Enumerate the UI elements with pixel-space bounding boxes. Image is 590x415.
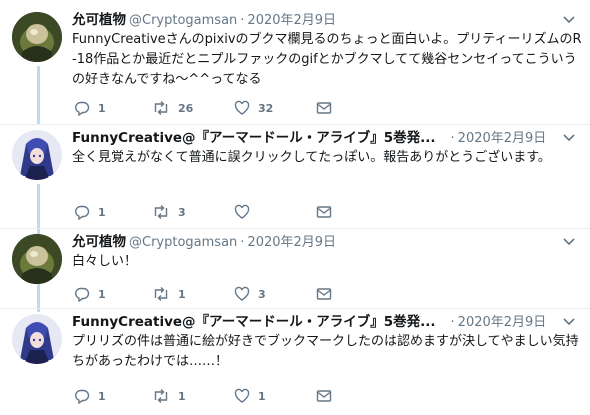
display-name[interactable]: 允可植物 bbox=[72, 12, 126, 28]
retweet-icon bbox=[152, 388, 170, 404]
retweet-count: 3 bbox=[178, 205, 186, 219]
reply-count: 1 bbox=[98, 205, 106, 219]
user-handle[interactable]: @Cryptogamsan bbox=[129, 235, 237, 250]
tweet-actions: 1 26 32 bbox=[72, 98, 342, 118]
tweet-actions: 1 3 bbox=[72, 202, 342, 222]
tweet-date[interactable]: 2020年2月9日 bbox=[458, 315, 547, 330]
retweet-icon bbox=[152, 286, 170, 302]
chevron-down-icon[interactable] bbox=[561, 312, 577, 332]
like-button[interactable]: 3 bbox=[234, 284, 266, 304]
avatar[interactable] bbox=[12, 12, 62, 62]
message-button[interactable] bbox=[316, 386, 332, 406]
display-name[interactable]: FunnyCreative@『アーマードール・アライブ』5巻発... bbox=[72, 314, 436, 330]
retweet-button[interactable]: 1 bbox=[152, 386, 186, 406]
separator-dot: · bbox=[450, 315, 455, 330]
reply-icon bbox=[74, 204, 90, 220]
message-button[interactable] bbox=[316, 98, 332, 118]
chevron-down-icon[interactable] bbox=[561, 128, 577, 148]
tweet-text: プリリズの件は普通に絵が好きでブックマークしたのは認めますが決してやましい気持ち… bbox=[72, 334, 579, 369]
like-button[interactable]: 1 bbox=[234, 386, 266, 406]
avatar[interactable] bbox=[12, 314, 62, 364]
tweet-text: 白々しい！ bbox=[72, 254, 138, 269]
retweet-icon bbox=[152, 204, 170, 220]
reply-count: 1 bbox=[98, 389, 106, 403]
chevron-down-icon[interactable] bbox=[561, 10, 577, 30]
retweet-button[interactable]: 1 bbox=[152, 284, 186, 304]
reply-button[interactable]: 1 bbox=[74, 386, 106, 406]
reply-button[interactable]: 1 bbox=[74, 98, 106, 118]
message-button[interactable] bbox=[316, 202, 332, 222]
like-count: 3 bbox=[258, 287, 266, 301]
tweet[interactable]: FunnyCreative@『アーマードール・アライブ』5巻発... · 2020年… bbox=[0, 118, 590, 230]
like-button[interactable] bbox=[234, 202, 258, 222]
retweet-count: 1 bbox=[178, 389, 186, 403]
reply-button[interactable]: 1 bbox=[74, 284, 106, 304]
reply-count: 1 bbox=[98, 101, 106, 115]
envelope-icon bbox=[316, 388, 332, 404]
heart-icon bbox=[234, 100, 250, 116]
heart-icon bbox=[234, 286, 250, 302]
tweet[interactable]: 允可植物 @Cryptogamsan · 2020年2月9日 白々しい！ 1 1 3 bbox=[0, 222, 590, 302]
user-handle[interactable]: @Cryptogamsan bbox=[129, 13, 237, 28]
separator-dot: · bbox=[240, 13, 245, 28]
display-name[interactable]: 允可植物 bbox=[72, 234, 126, 250]
tweet-actions: 1 1 1 bbox=[72, 386, 342, 406]
tweet-text: FunnyCreativeさんのpixivのブクマ欄見るのちょっと面白いよ。プリ… bbox=[72, 32, 582, 87]
envelope-icon bbox=[316, 204, 332, 220]
tweet-actions: 1 1 3 bbox=[72, 284, 342, 304]
message-button[interactable] bbox=[316, 284, 332, 304]
reply-button[interactable]: 1 bbox=[74, 202, 106, 222]
envelope-icon bbox=[316, 286, 332, 302]
avatar[interactable] bbox=[12, 234, 62, 284]
tweet[interactable]: FunnyCreative@『アーマードール・アライブ』5巻発... · 2020年… bbox=[0, 302, 590, 415]
chevron-down-icon[interactable] bbox=[561, 232, 577, 252]
tweet-date[interactable]: 2020年2月9日 bbox=[247, 235, 336, 250]
reply-icon bbox=[74, 286, 90, 302]
like-button[interactable]: 32 bbox=[234, 98, 273, 118]
display-name[interactable]: FunnyCreative@『アーマードール・アライブ』5巻発... bbox=[72, 130, 436, 146]
envelope-icon bbox=[316, 100, 332, 116]
separator-dot: · bbox=[450, 131, 455, 146]
like-count: 1 bbox=[258, 389, 266, 403]
separator-dot: · bbox=[240, 235, 245, 250]
tweet[interactable]: 允可植物 @Cryptogamsan · 2020年2月9日 FunnyCreativ… bbox=[0, 0, 590, 120]
tweet-date[interactable]: 2020年2月9日 bbox=[247, 13, 336, 28]
retweet-count: 1 bbox=[178, 287, 186, 301]
reply-icon bbox=[74, 100, 90, 116]
heart-icon bbox=[234, 204, 250, 220]
heart-icon bbox=[234, 388, 250, 404]
reply-icon bbox=[74, 388, 90, 404]
retweet-icon bbox=[152, 100, 170, 116]
retweet-count: 26 bbox=[178, 101, 194, 115]
reply-count: 1 bbox=[98, 287, 106, 301]
tweet-text: 全く見覚えがなくて普通に誤クリックしてたっぽい。報告ありがとうございます。 bbox=[72, 150, 551, 165]
retweet-button[interactable]: 26 bbox=[152, 98, 193, 118]
tweet-date[interactable]: 2020年2月9日 bbox=[458, 131, 547, 146]
like-count: 32 bbox=[258, 101, 274, 115]
retweet-button[interactable]: 3 bbox=[152, 202, 186, 222]
avatar[interactable] bbox=[12, 130, 62, 180]
